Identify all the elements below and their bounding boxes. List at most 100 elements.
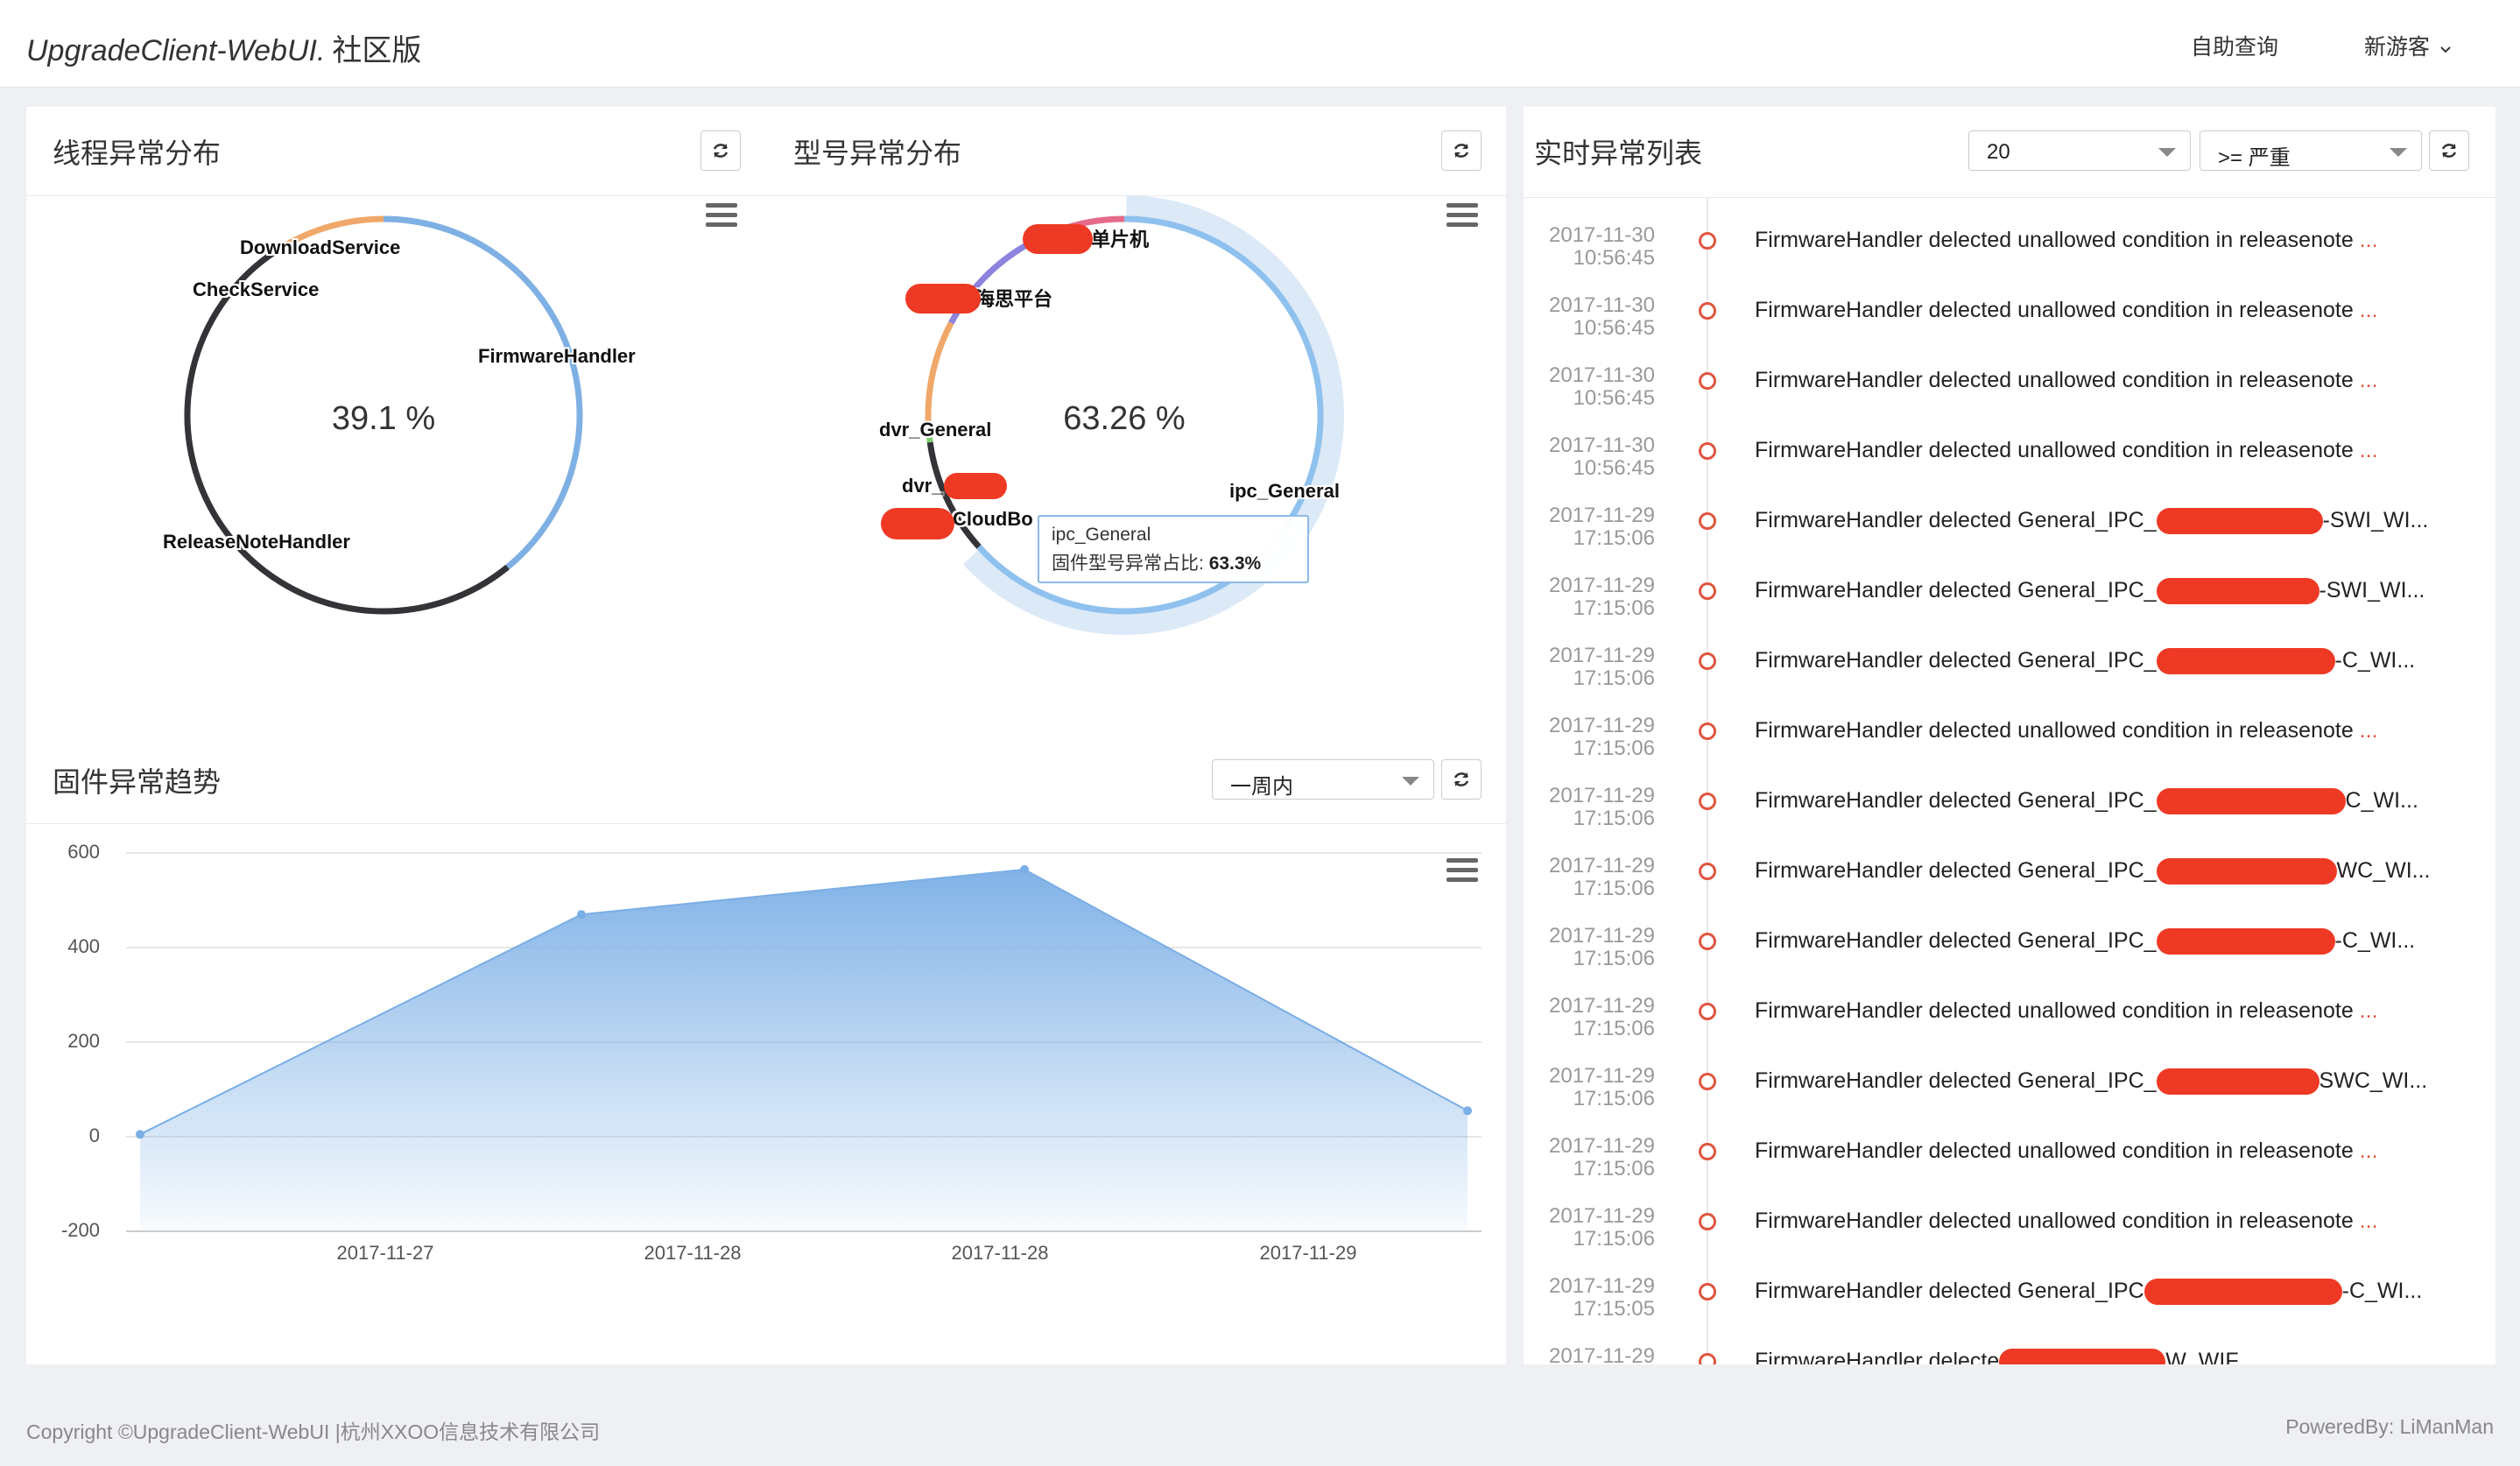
list-item-date: 2017-11-30 10:56:45: [1524, 364, 1655, 410]
list-item[interactable]: 2017-11-30 10:56:45 FirmwareHandler delect…: [1524, 294, 2487, 364]
list-item-message[interactable]: FirmwareHandler delected unallowed condi…: [1755, 368, 2378, 393]
list-item-message[interactable]: FirmwareHandler delected General_IPC_ SWC…: [1755, 1068, 2427, 1096]
list-item[interactable]: 2017-11-29 17:15:06 FirmwareHandler delect…: [1524, 1205, 2487, 1275]
list-item-date: 2017-11-29 17:15:06: [1524, 504, 1655, 550]
list-item-message[interactable]: FirmwareHandler delected unallowed condi…: [1755, 438, 2378, 463]
nav-self-query[interactable]: 自助查询: [2191, 30, 2278, 61]
list-item-message[interactable]: FirmwareHandler delected General_IPC_ -C_…: [1755, 928, 2415, 955]
list-item-message[interactable]: FirmwareHandler delected General_IPC_ WC_…: [1755, 858, 2430, 885]
message-ellipsis: ...: [2353, 1138, 2378, 1163]
list-item[interactable]: 2017-11-29 17:15:06 FirmwareHandler delect…: [1524, 995, 2487, 1065]
timeline-dot-icon: [1699, 863, 1716, 880]
list-item-message[interactable]: FirmwareHandler delected General_IPC_ -SW…: [1755, 508, 2428, 535]
trend-point[interactable]: [136, 1130, 144, 1139]
list-item-day: 2017-11-29: [1549, 784, 1655, 807]
list-item-time: 17:15:06: [1573, 877, 1655, 900]
realtime-refresh-button[interactable]: [2429, 130, 2469, 171]
list-item[interactable]: 2017-11-29 17:15:06 FirmwareHandler delect…: [1524, 504, 2487, 574]
list-item-date: 2017-11-29 17:15:06: [1524, 1135, 1655, 1181]
nav-user-menu[interactable]: 新游客: [2364, 30, 2452, 61]
message-ellipsis: ...: [2353, 438, 2378, 462]
list-item-message[interactable]: FirmwareHandler delected General_IPC -C_W…: [1755, 1279, 2422, 1306]
list-item-date: 2017-11-29 17:15:06: [1524, 785, 1655, 830]
list-item-message[interactable]: FirmwareHandler delected unallowed condi…: [1755, 1138, 2378, 1164]
timeline-dot-icon: [1699, 1073, 1716, 1090]
trend-point[interactable]: [1463, 1106, 1472, 1116]
timeline-dot-icon: [1699, 512, 1716, 530]
list-item-message[interactable]: FirmwareHandler delecte W_WIF...: [1755, 1349, 2255, 1364]
list-item-time: 10:56:45: [1573, 316, 1655, 340]
message-ellipsis: ...: [2353, 368, 2378, 392]
message-tail: C_WI...: [2345, 788, 2418, 813]
realtime-level-value: >= 严重: [2218, 146, 2291, 170]
list-item-time: 17:15:06: [1573, 666, 1655, 690]
timeline-dot-icon: [1699, 793, 1716, 810]
timeline-dot-icon: [1699, 582, 1716, 600]
list-item[interactable]: 2017-11-29 17:15:06 FirmwareHandler delect…: [1524, 785, 2487, 855]
list-item-message[interactable]: FirmwareHandler delected unallowed condi…: [1755, 718, 2378, 744]
list-item[interactable]: 2017-11-29 17:15:05 FirmwareHandler delect…: [1524, 1275, 2487, 1345]
list-item-day: 2017-11-29: [1549, 504, 1655, 527]
list-item-time: 17:15:06: [1573, 1087, 1655, 1110]
list-item[interactable]: 2017-11-29 17:15:06 FirmwareHandler delect…: [1524, 715, 2487, 785]
list-item[interactable]: 2017-11-29 17:15:06 FirmwareHandler delect…: [1524, 574, 2487, 645]
list-item-message[interactable]: FirmwareHandler delected unallowed condi…: [1755, 1209, 2378, 1234]
message-text: FirmwareHandler delected unallowed condi…: [1755, 1138, 2354, 1163]
trend-area: [140, 869, 1468, 1231]
list-item-message[interactable]: FirmwareHandler delected General_IPC_ -SW…: [1755, 578, 2425, 605]
trend-area-chart: [126, 852, 1482, 1232]
realtime-list-viewport[interactable]: 2017-11-30 10:56:45 FirmwareHandler delect…: [1524, 198, 2495, 1364]
message-text: FirmwareHandler delected General_IPC: [1755, 1279, 2144, 1303]
message-tail: -C_WI...: [2334, 928, 2416, 953]
list-item-time: 17:15:06: [1573, 947, 1655, 970]
list-item[interactable]: 2017-11-30 10:56:45 FirmwareHandler delect…: [1524, 364, 2487, 434]
list-item[interactable]: 2017-11-29 17:15:06 FirmwareHandler delect…: [1524, 925, 2487, 995]
message-text: FirmwareHandler delected unallowed condi…: [1755, 228, 2354, 252]
list-item-time: 17:15:06: [1573, 526, 1655, 550]
y-tick-label: 200: [67, 1030, 100, 1052]
x-tick-label: 2017-11-28: [644, 1242, 742, 1264]
timeline-dot-icon: [1699, 372, 1716, 390]
message-text: FirmwareHandler delected unallowed condi…: [1755, 438, 2354, 462]
realtime-level-select[interactable]: >= 严重: [2200, 130, 2422, 171]
timeline-dot-icon: [1699, 1143, 1716, 1160]
list-item-time: 17:15:06: [1573, 1017, 1655, 1040]
list-item-date: 2017-11-29 17:15:05: [1524, 1275, 1655, 1321]
list-item-message[interactable]: FirmwareHandler delected unallowed condi…: [1755, 998, 2378, 1024]
redaction-mark: [2156, 1068, 2319, 1096]
timeline-dot-icon: [1699, 1283, 1716, 1300]
list-item-date: 2017-11-29 17:15:06: [1524, 995, 1655, 1040]
message-text: FirmwareHandler delected General_IPC_: [1755, 508, 2157, 532]
x-tick-label: 2017-11-28: [951, 1242, 1049, 1264]
list-item-date: 2017-11-29 17:15:06: [1524, 715, 1655, 760]
list-item[interactable]: 2017-11-29 17:15:06 FirmwareHandler delect…: [1524, 645, 2487, 715]
list-item-day: 2017-11-29: [1549, 574, 1655, 597]
list-item[interactable]: 2017-11-29 17:15:06 FirmwareHandler delect…: [1524, 855, 2487, 925]
list-item-message[interactable]: FirmwareHandler delected unallowed condi…: [1755, 228, 2378, 253]
list-item-date: 2017-11-30 10:56:45: [1524, 434, 1655, 480]
list-item[interactable]: 2017-11-30 10:56:45 FirmwareHandler delect…: [1524, 434, 2487, 504]
list-item[interactable]: 2017-11-29 17:15:06 FirmwareHandler delect…: [1524, 1065, 2487, 1135]
list-item-day: 2017-11-29: [1549, 1274, 1655, 1298]
list-item-message[interactable]: FirmwareHandler delected unallowed condi…: [1755, 298, 2378, 323]
timeline-dot-icon: [1699, 442, 1716, 460]
message-tail: -C_WI...: [2334, 648, 2416, 673]
trend-point[interactable]: [1020, 864, 1029, 874]
list-item-date: 2017-11-29: [1524, 1345, 1655, 1365]
list-item-day: 2017-11-29: [1549, 1064, 1655, 1088]
list-item[interactable]: 2017-11-29 17:15:06 FirmwareHandler delect…: [1524, 1135, 2487, 1205]
list-item-message[interactable]: FirmwareHandler delected General_IPC_ -C_…: [1755, 648, 2416, 675]
redaction-mark: [2156, 648, 2335, 675]
list-item-message[interactable]: FirmwareHandler delected General_IPC_ C_W…: [1755, 788, 2418, 815]
list-item-date: 2017-11-29 17:15:06: [1524, 645, 1655, 690]
timeline-dot-icon: [1699, 302, 1716, 320]
list-item-day: 2017-11-30: [1549, 223, 1655, 247]
redaction-mark: [2156, 508, 2323, 535]
trend-point[interactable]: [577, 910, 586, 920]
message-text: FirmwareHandler delected unallowed condi…: [1755, 718, 2354, 743]
list-item-date: 2017-11-29 17:15:06: [1524, 925, 1655, 970]
realtime-count-select[interactable]: 20: [1968, 130, 2191, 171]
list-item[interactable]: 2017-11-29 FirmwareHandler delecte W_WIF..…: [1524, 1345, 2487, 1364]
list-item[interactable]: 2017-11-30 10:56:45 FirmwareHandler delect…: [1524, 224, 2487, 294]
timeline-dot-icon: [1699, 652, 1716, 670]
